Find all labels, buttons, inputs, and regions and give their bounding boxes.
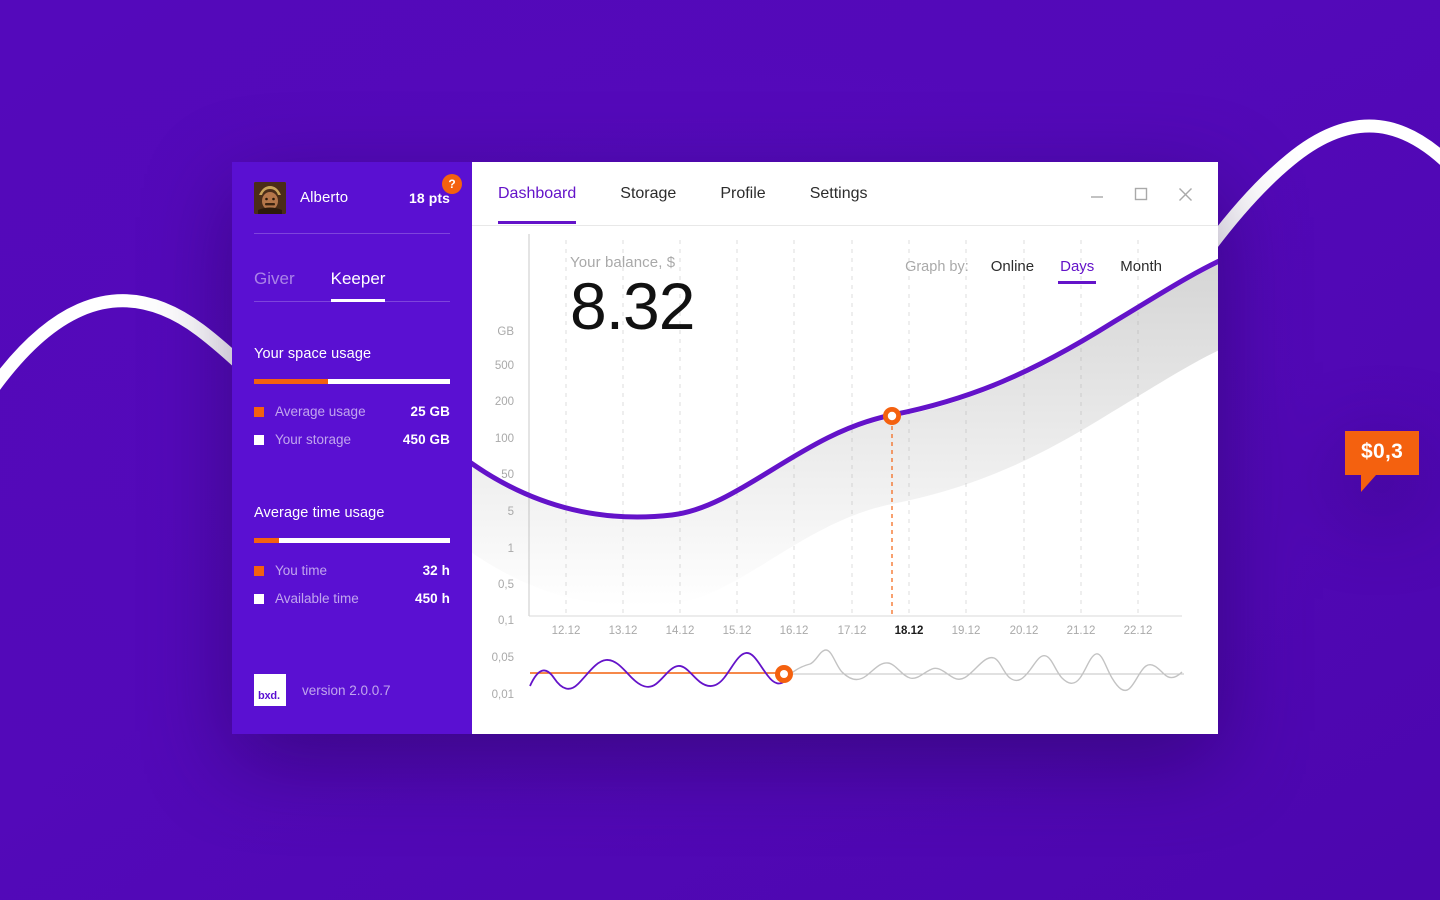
time-usage-progress-fill bbox=[254, 538, 280, 543]
range-minimap[interactable] bbox=[529, 649, 1184, 692]
y-tick-05: 0,5 bbox=[498, 579, 514, 591]
role-tabs: Giver Keeper bbox=[254, 234, 450, 302]
y-tick-gb: GB bbox=[497, 326, 514, 338]
x-tick-1412: 14.12 bbox=[665, 625, 695, 637]
y-tick-50: 50 bbox=[501, 469, 514, 481]
chart-area: GB 500 200 100 50 5 1 0,5 0,1 0,05 0,01 … bbox=[472, 226, 1420, 734]
tab-profile[interactable]: Profile bbox=[720, 164, 765, 223]
x-tick-1512: 15.12 bbox=[722, 625, 752, 637]
space-usage-progress bbox=[254, 379, 450, 384]
graph-by-control: Graph by: Online Days Month bbox=[905, 258, 1162, 284]
brand-logo-text: bxd. bbox=[258, 690, 280, 702]
titlebar: Dashboard Storage Profile Settings bbox=[472, 162, 1218, 226]
sidebar-footer: bxd. version 2.0.0.7 bbox=[254, 674, 391, 706]
range-option-days[interactable]: Days bbox=[1058, 258, 1097, 284]
time-usage-block: Average time usage You time 32 h Availab… bbox=[254, 505, 450, 606]
legend-label: You time bbox=[275, 563, 328, 578]
user-row: Alberto 18 pts ? bbox=[254, 162, 462, 234]
tab-settings[interactable]: Settings bbox=[810, 164, 868, 223]
sidebar: Alberto 18 pts ? Giver Keeper Your space… bbox=[232, 162, 472, 734]
role-tab-keeper[interactable]: Keeper bbox=[330, 269, 385, 302]
tab-storage[interactable]: Storage bbox=[620, 164, 676, 223]
user-name: Alberto bbox=[300, 189, 349, 206]
minimize-button[interactable] bbox=[1082, 179, 1112, 209]
brand-logo-icon: bxd. bbox=[254, 674, 286, 706]
y-tick-200: 200 bbox=[494, 396, 514, 408]
x-tick-1312: 13.12 bbox=[608, 625, 638, 637]
legend-label: Your storage bbox=[275, 432, 352, 447]
minimap-wave-selected bbox=[529, 652, 787, 690]
x-tick-1912: 19.12 bbox=[951, 625, 981, 637]
y-tick-100: 100 bbox=[494, 433, 514, 445]
legend-label: Available time bbox=[275, 591, 359, 606]
legend-value: 32 h bbox=[422, 563, 450, 578]
y-tick-1: 1 bbox=[507, 543, 514, 555]
swatch-white-icon bbox=[254, 593, 264, 604]
close-icon bbox=[1178, 187, 1192, 201]
x-tick-2212: 22.12 bbox=[1123, 625, 1153, 637]
x-tick-1612: 16.12 bbox=[779, 625, 809, 637]
version-text: version 2.0.0.7 bbox=[302, 682, 391, 698]
time-usage-progress bbox=[254, 538, 450, 543]
minimap-wave-unselected bbox=[785, 649, 1183, 692]
swatch-orange-icon bbox=[254, 406, 264, 417]
swatch-white-icon bbox=[254, 434, 264, 445]
x-tick-1812: 18.12 bbox=[894, 625, 924, 637]
minimap-handle-inner bbox=[780, 670, 788, 678]
legend-value: 450 h bbox=[414, 591, 450, 606]
balance-value: 8.32 bbox=[570, 269, 695, 343]
window-controls bbox=[1082, 162, 1200, 226]
balance-block: Your balance, $ 8.32 bbox=[570, 254, 695, 343]
point-tooltip: $0,3 bbox=[1345, 431, 1420, 492]
x-tick-1712: 17.12 bbox=[837, 625, 867, 637]
highlight-point-inner bbox=[887, 411, 897, 421]
maximize-icon bbox=[1134, 187, 1148, 201]
time-usage-title: Average time usage bbox=[254, 505, 385, 521]
avatar bbox=[254, 181, 286, 214]
graph-by-caption: Graph by: bbox=[905, 259, 969, 275]
y-tick-01: 0,1 bbox=[498, 615, 514, 627]
legend-value: 25 GB bbox=[410, 404, 450, 419]
app-window: Alberto 18 pts ? Giver Keeper Your space… bbox=[232, 162, 1420, 734]
point-tooltip-tail bbox=[1361, 475, 1376, 492]
legend-item: Your storage 450 GB bbox=[254, 432, 450, 447]
y-tick-500: 500 bbox=[494, 360, 514, 372]
legend-item: Available time 450 h bbox=[254, 591, 450, 606]
legend-item: You time 32 h bbox=[254, 563, 450, 578]
y-tick-001: 0,01 bbox=[491, 689, 514, 701]
space-usage-progress-fill bbox=[254, 379, 329, 384]
role-tab-giver[interactable]: Giver bbox=[254, 269, 295, 301]
minimize-icon bbox=[1091, 196, 1103, 198]
y-tick-005: 0,05 bbox=[491, 652, 514, 664]
x-tick-2112: 21.12 bbox=[1066, 625, 1096, 637]
range-option-month[interactable]: Month bbox=[1120, 258, 1162, 284]
legend-label: Average usage bbox=[275, 404, 366, 419]
space-usage-block: Your space usage Average usage 25 GB You… bbox=[254, 346, 450, 447]
range-option-online[interactable]: Online bbox=[991, 258, 1034, 284]
legend-item: Average usage 25 GB bbox=[254, 404, 450, 419]
point-tooltip-value: $0,3 bbox=[1345, 431, 1420, 475]
help-icon[interactable]: ? bbox=[442, 174, 462, 194]
tab-dashboard[interactable]: Dashboard bbox=[498, 164, 577, 224]
maximize-button[interactable] bbox=[1126, 179, 1156, 209]
space-usage-title: Your space usage bbox=[254, 346, 372, 362]
user-photo-avatar bbox=[254, 181, 286, 214]
swatch-orange-icon bbox=[254, 565, 264, 576]
main-panel: Dashboard Storage Profile Settings GB 50… bbox=[472, 162, 1420, 734]
x-tick-1212: 12.12 bbox=[551, 625, 581, 637]
user-points: 18 pts bbox=[408, 189, 450, 206]
close-button[interactable] bbox=[1170, 179, 1200, 209]
x-tick-2012: 20.12 bbox=[1009, 625, 1039, 637]
legend-value: 450 GB bbox=[402, 432, 450, 447]
y-tick-5: 5 bbox=[507, 506, 514, 518]
